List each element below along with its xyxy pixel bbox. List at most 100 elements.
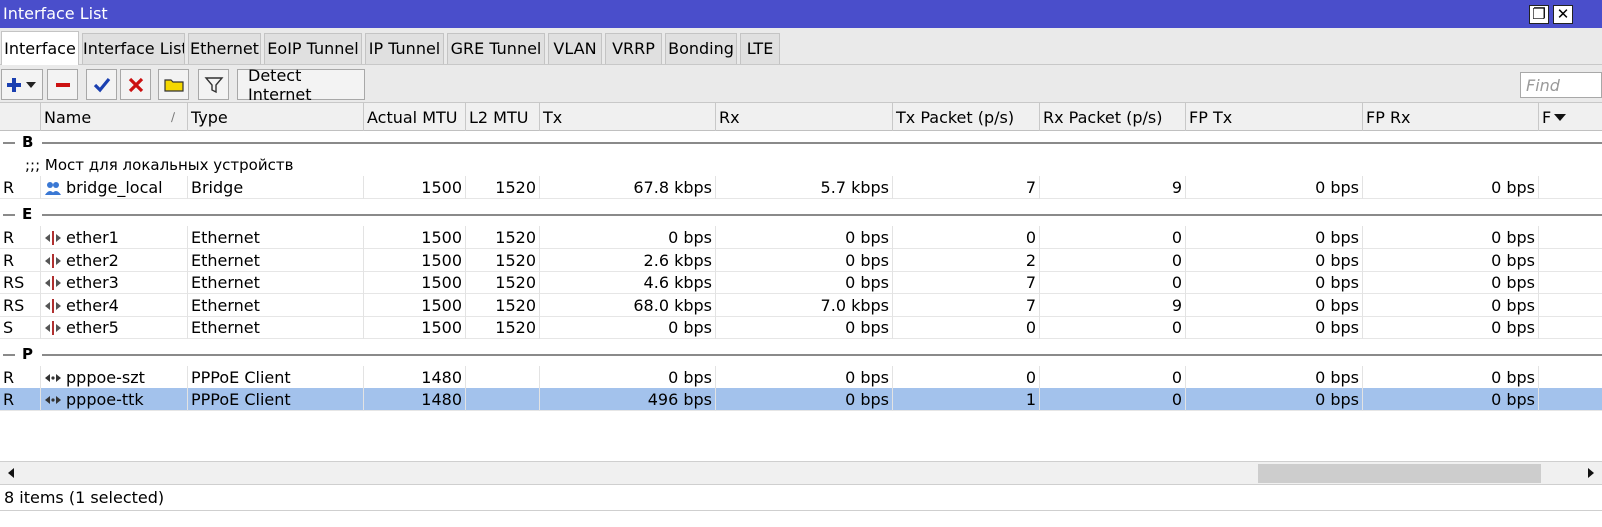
column-fp-tx[interactable]: FP Tx [1186,103,1363,131]
sort-indicator-icon: ∕ [170,110,175,124]
cell-fp-rx: 0 bps [1363,271,1539,294]
cell-type: Bridge [188,176,364,199]
cell-rx-packet: 0 [1040,365,1186,389]
column-actual-mtu[interactable]: Actual MTU [364,103,466,131]
group-header[interactable]: P [0,343,1602,366]
cell-fp-rx: 0 bps [1363,248,1539,272]
enable-button[interactable] [86,69,117,100]
horizontal-scrollbar[interactable] [0,461,1602,485]
cell-flags: RS [0,293,41,317]
chevron-down-icon [26,81,36,88]
cell-fp-rx: 0 bps [1363,316,1539,339]
cell-tx: 0 bps [540,365,716,389]
cell-name: pppoe-szt [41,365,188,389]
cell-l2-mtu: 1520 [466,293,540,317]
tab-ethernet[interactable]: Ethernet [188,33,261,64]
tab-vrrp[interactable]: VRRP [605,33,662,64]
tab-vlan[interactable]: VLAN [548,33,602,64]
cell-fp-rx: 0 bps [1363,176,1539,199]
cell-tx: 67.8 kbps [540,176,716,199]
cell-flags: R [0,365,41,389]
comment-note-icon [163,78,184,92]
filter-button[interactable] [198,69,229,100]
cell-fp-tx: 0 bps [1186,293,1363,317]
table-row[interactable]: RS ether4 Ethernet 1500 1520 68.0 kbps 7.0 kbp… [0,293,1602,317]
tab-bonding[interactable]: Bonding [665,33,737,64]
cell-type: Ethernet [188,248,364,272]
cell-l2-mtu: 1520 [466,176,540,199]
detect-internet-button[interactable]: Detect Internet [237,66,365,104]
cell-l2-mtu [466,388,540,411]
cell-rx-packet: 0 [1040,248,1186,272]
ethernet-icon [44,318,66,337]
close-window-button[interactable]: ✕ [1553,5,1573,24]
tab-gre-tunnel[interactable]: GRE Tunnel [447,33,545,64]
find-input[interactable] [1520,72,1602,98]
cell-actual-mtu: 1500 [364,248,466,272]
tab-interface-list[interactable]: Interface List [82,33,185,64]
column-fp-rx[interactable]: FP Rx [1363,103,1539,131]
column-l2-mtu[interactable]: L2 MTU [466,103,540,131]
cell-name: ether3 [41,271,188,294]
ethernet-icon [44,296,66,315]
cell-tx-packet: 2 [893,248,1040,272]
cell-rx: 7.0 kbps [716,293,893,317]
cell-tx: 0 bps [540,316,716,339]
column-flags[interactable] [0,103,41,131]
tab-eoip-tunnel[interactable]: EoIP Tunnel [264,33,362,64]
table-row[interactable]: Rether2 Ethernet 1500 1520 2.6 kbps 0 bps 2 0 0 … [0,248,1602,272]
group-header[interactable]: E [0,203,1602,226]
cell-l2-mtu: 1520 [466,271,540,294]
table-row[interactable]: Rpppoe-szt PPPoE Client 1480 0 bps 0 bps 0 0 0 … [0,365,1602,389]
cell-tx-packet: 7 [893,271,1040,294]
interface-list-window: Interface List ❐ ✕ Interface Interface L… [0,0,1602,527]
title-bar[interactable]: Interface List ❐ ✕ [0,0,1602,28]
tab-ip-tunnel[interactable]: IP Tunnel [365,33,444,64]
cell-actual-mtu: 1500 [364,293,466,317]
cell-l2-mtu [466,365,540,389]
scroll-right-button[interactable] [1580,462,1602,484]
comment-button[interactable] [158,69,189,100]
disable-button[interactable] [120,69,151,100]
tab-interface[interactable]: Interface [1,31,79,65]
table-row[interactable]: RS ether3 Ethernet 1500 1520 4.6 kbps 0 bps 7 0 0… [0,271,1602,294]
tab-lte[interactable]: LTE [740,33,780,64]
cell-fp-tx: 0 bps [1186,271,1363,294]
interface-name: pppoe-szt [66,367,145,387]
group-header[interactable]: B [0,131,1602,154]
table-row[interactable]: Rether1 Ethernet 1500 1520 0 bps 0 bps 0 0 0 bps… [0,226,1602,249]
column-name[interactable]: Name ∕ [41,103,188,131]
column-menu-dropdown[interactable] [1549,103,1571,131]
column-rx-packet[interactable]: Rx Packet (p/s) [1040,103,1186,131]
interface-name: bridge_local [66,178,163,197]
cell-tx: 4.6 kbps [540,271,716,294]
table-row[interactable]: Rpppoe-ttk PPPoE Client 1480 496 bps 0 bps 1 0… [0,388,1602,411]
pppoe-icon [44,368,66,387]
column-tx[interactable]: Tx [540,103,716,131]
cell-rx-packet: 0 [1040,271,1186,294]
cell-name: pppoe-ttk [41,388,188,411]
status-bar: 8 items (1 selected) [0,485,1602,511]
remove-button[interactable] [47,69,78,100]
cell-l2-mtu: 1520 [466,248,540,272]
row-comment[interactable]: ;;; Мост для локальных устройств [0,154,1602,177]
scroll-left-button[interactable] [0,462,22,484]
add-button[interactable] [1,69,43,100]
column-tx-packet[interactable]: Tx Packet (p/s) [893,103,1040,131]
cell-l2-mtu: 1520 [466,226,540,249]
column-rx[interactable]: Rx [716,103,893,131]
cell-type: Ethernet [188,293,364,317]
restore-window-button[interactable]: ❐ [1529,5,1549,24]
cell-type: Ethernet [188,226,364,249]
tab-bar: Interface Interface List Ethernet EoIP T… [0,28,1602,65]
table-row[interactable]: Sether5 Ethernet 1500 1520 0 bps 0 bps 0 0 0 bps… [0,316,1602,339]
cell-tx-packet: 7 [893,176,1040,199]
table-row[interactable]: Rbridge_local Bridge 1500 1520 67.8 kbps 5.7 … [0,176,1602,199]
group-letter: P [22,344,33,363]
cell-rx: 0 bps [716,226,893,249]
column-name-label: Name [44,108,92,127]
column-type[interactable]: Type [188,103,364,131]
cell-type: PPPoE Client [188,388,364,411]
cell-flags: RS [0,271,41,294]
scrollbar-thumb[interactable] [1258,464,1541,483]
